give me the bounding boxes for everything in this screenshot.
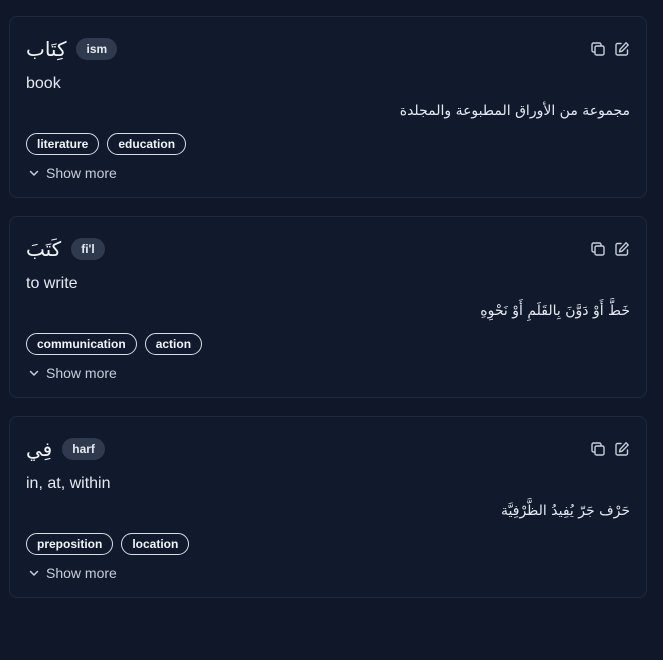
word-card: فِي harf in, at, within حَرْف جَرّ يُفِي… — [9, 416, 647, 598]
part-of-speech-badge: fi'l — [71, 238, 105, 260]
show-more-button[interactable]: Show more — [28, 565, 117, 581]
tag-chip[interactable]: preposition — [26, 533, 114, 555]
arabic-definition: حَرْف جَرّ يُفِيدُ الظَّرْفِيَّة — [501, 503, 630, 519]
word-header: كِتَاب ism — [26, 35, 118, 63]
chevron-down-icon — [28, 167, 40, 179]
edit-icon[interactable] — [614, 241, 630, 257]
arabic-definition: مجموعة من الأوراق المطبوعة والمجلدة — [399, 103, 630, 119]
word-list: كِتَاب ism book مجموعة من الأوراق المطبو… — [0, 0, 663, 660]
card-actions — [590, 441, 630, 457]
tag-list: communication action — [26, 333, 203, 355]
part-of-speech-badge: ism — [76, 38, 118, 60]
english-meaning: to write — [26, 275, 78, 292]
arabic-word: فِي — [26, 437, 53, 461]
copy-icon[interactable] — [590, 241, 606, 257]
show-more-button[interactable]: Show more — [28, 165, 117, 181]
tag-list: literature education — [26, 133, 187, 155]
copy-icon[interactable] — [590, 441, 606, 457]
chevron-down-icon — [28, 367, 40, 379]
edit-icon[interactable] — [614, 41, 630, 57]
show-more-button[interactable]: Show more — [28, 365, 117, 381]
card-actions — [590, 241, 630, 257]
show-more-label: Show more — [46, 365, 117, 381]
arabic-definition: خَطَّ أَوْ دَوَّنَ بِالقَلَمِ أَوْ نَحْو… — [480, 303, 630, 319]
word-header: كَتَبَ fi'l — [26, 235, 105, 263]
tag-chip[interactable]: location — [121, 533, 190, 555]
chevron-down-icon — [28, 567, 40, 579]
arabic-word: كَتَبَ — [26, 237, 62, 261]
tag-chip[interactable]: communication — [26, 333, 137, 355]
english-meaning: book — [26, 75, 61, 92]
tag-chip[interactable]: literature — [26, 133, 100, 155]
tag-list: preposition location — [26, 533, 190, 555]
show-more-label: Show more — [46, 165, 117, 181]
word-card: كِتَاب ism book مجموعة من الأوراق المطبو… — [9, 16, 647, 198]
show-more-label: Show more — [46, 565, 117, 581]
arabic-word: كِتَاب — [26, 37, 67, 61]
card-actions — [590, 41, 630, 57]
copy-icon[interactable] — [590, 41, 606, 57]
word-card: كَتَبَ fi'l to write خَطَّ أَوْ دَوَّنَ … — [9, 216, 647, 398]
tag-chip[interactable]: action — [144, 333, 203, 355]
part-of-speech-badge: harf — [62, 438, 105, 460]
tag-chip[interactable]: education — [107, 133, 187, 155]
english-meaning: in, at, within — [26, 475, 111, 492]
word-header: فِي harf — [26, 435, 105, 463]
edit-icon[interactable] — [614, 441, 630, 457]
